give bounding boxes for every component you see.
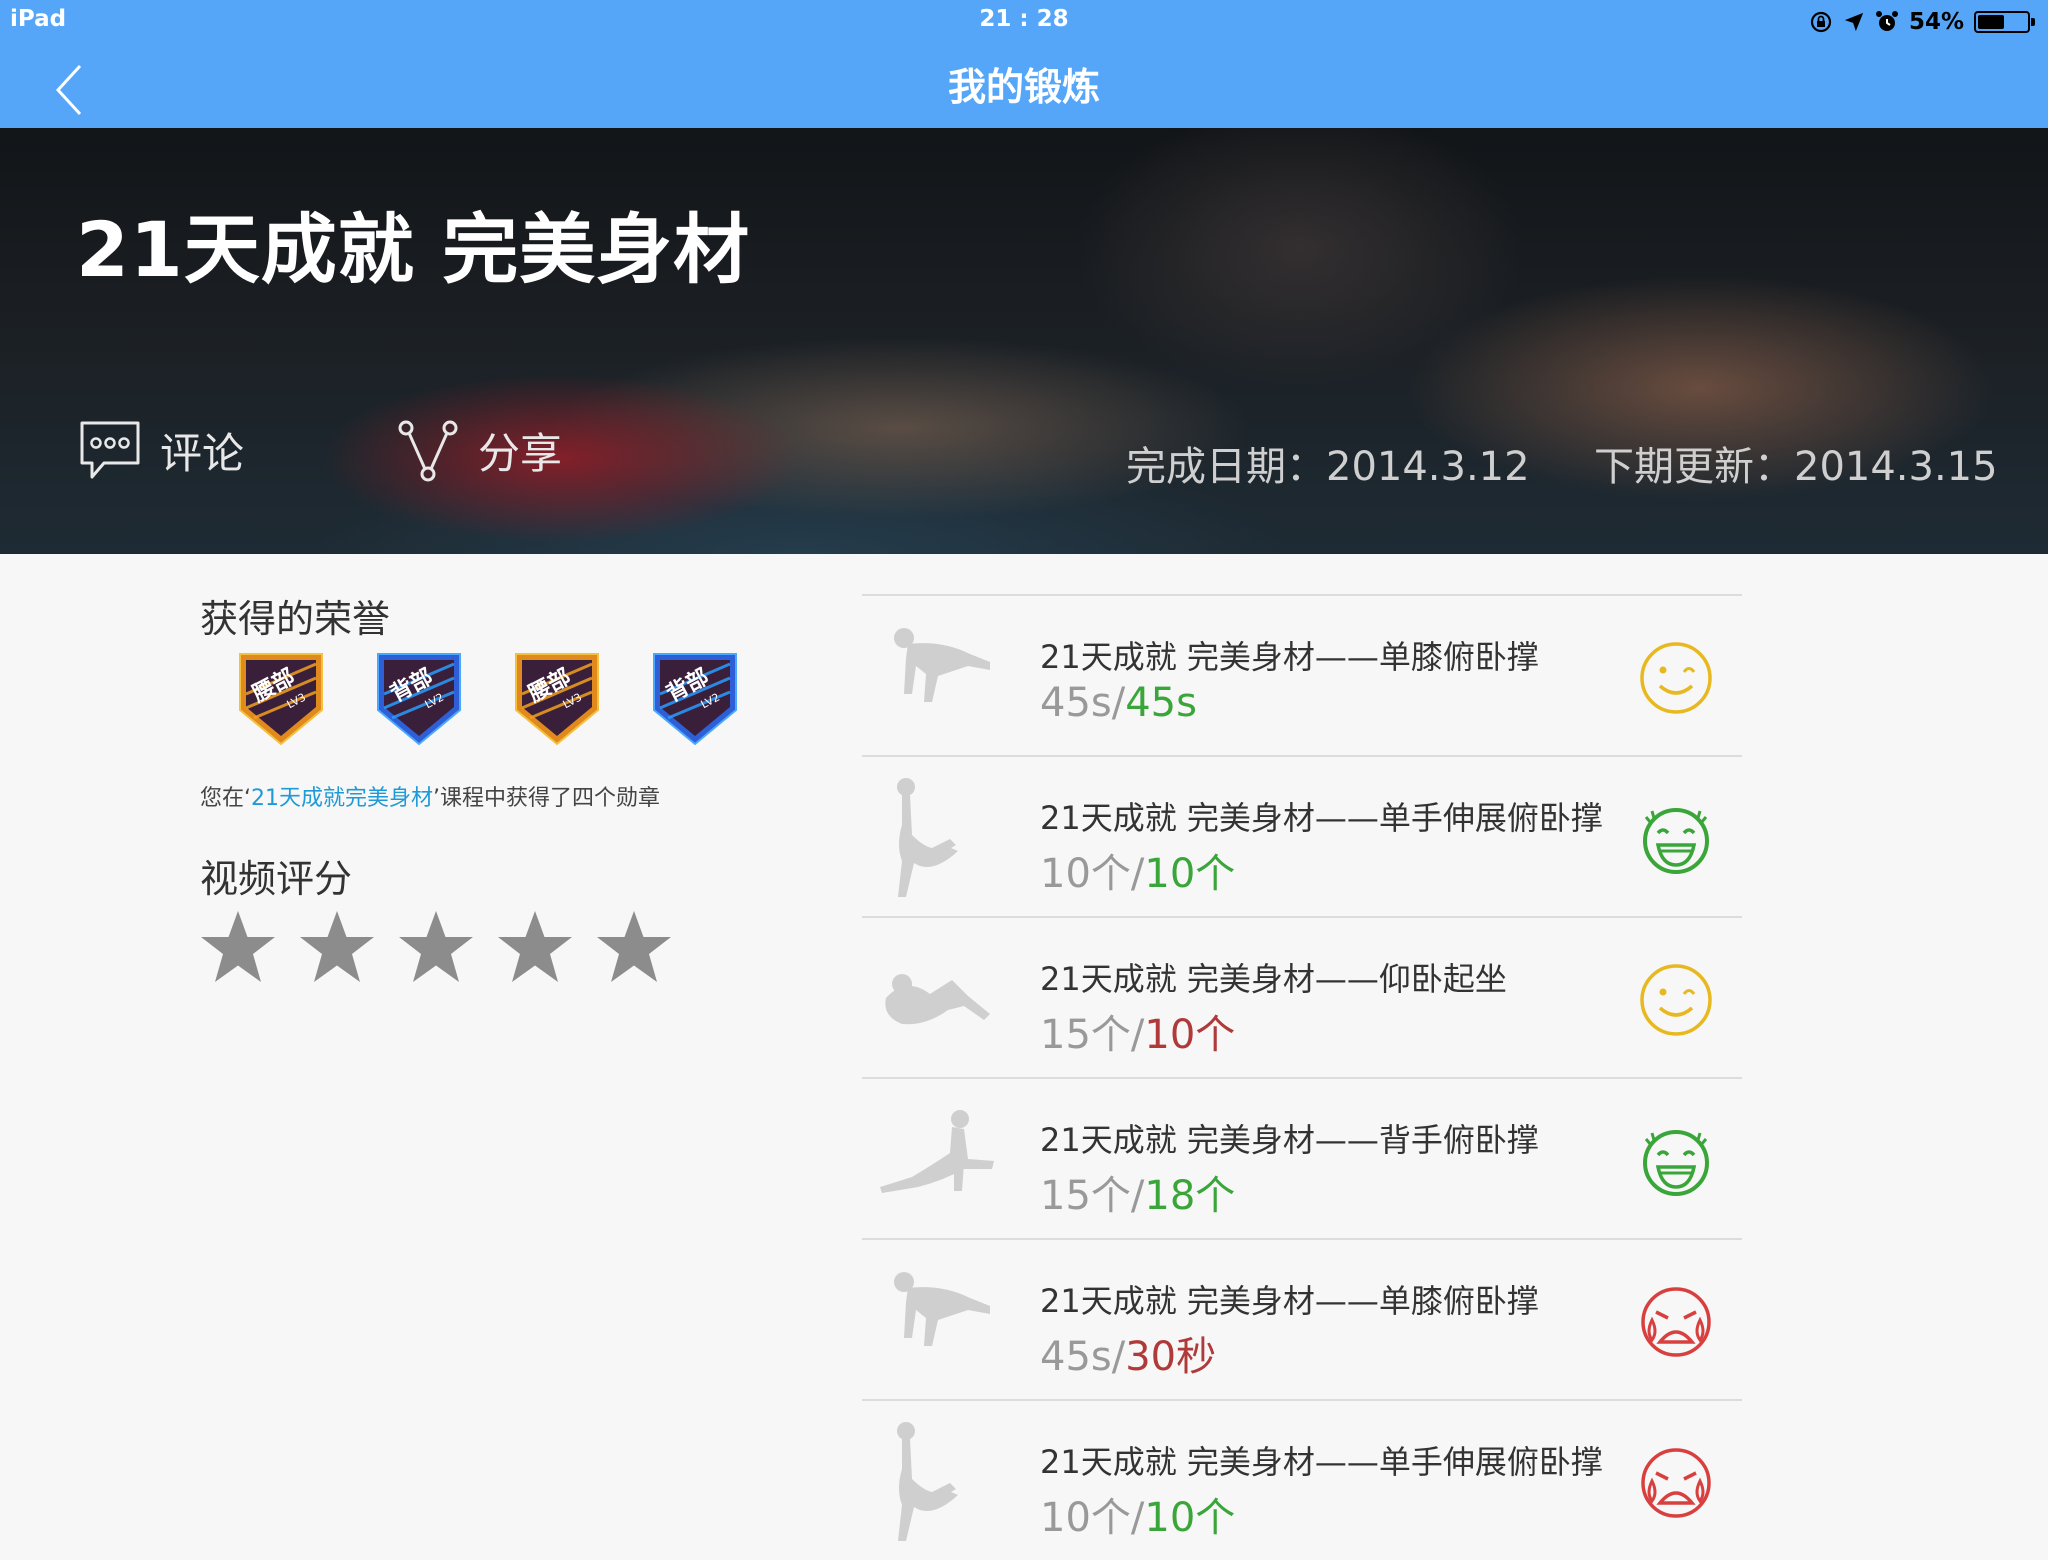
exercise-score: 45s/45s	[1040, 680, 1197, 726]
battery-icon	[1974, 11, 2035, 33]
exercise-name: 21天成就 完美身材——单膝俯卧撑	[1040, 1282, 1539, 1320]
star-1-icon[interactable]	[198, 908, 278, 988]
rating-title: 视频评分	[200, 857, 353, 901]
laughing-face-icon	[1643, 1130, 1709, 1196]
alarm-icon	[1875, 11, 1898, 31]
share-button[interactable]: 分享	[396, 418, 562, 482]
wink-face-icon	[1640, 964, 1712, 1036]
badge-2[interactable]: 背部 LV2	[374, 650, 464, 748]
exercise-name: 21天成就 完美身材——单手伸展俯卧撑	[1040, 1443, 1603, 1481]
kneeling-pushup-pose-icon	[894, 628, 990, 702]
status-time: 21 : 28	[979, 6, 1069, 32]
exercise-score: 15个/10个	[1040, 1012, 1236, 1058]
star-4-icon[interactable]	[495, 908, 575, 988]
exercise-row[interactable]: 21天成就 完美身材——单膝俯卧撑 45s/30秒	[862, 1238, 1742, 1399]
reverse-pushup-pose-icon	[880, 1110, 994, 1193]
star-3-icon[interactable]	[396, 908, 476, 988]
exercise-list: 21天成就 完美身材——单膝俯卧撑 45s/45s 21天成就 完美身材——单手伸…	[862, 594, 1742, 1560]
situp-pose-icon	[885, 974, 990, 1025]
battery-percent: 54%	[1908, 9, 1964, 35]
star-5-icon[interactable]	[594, 908, 674, 988]
exercise-name: 21天成就 完美身材——仰卧起坐	[1040, 960, 1507, 998]
course-hero-banner: 21天成就 完美身材 评论 分享 完成日期：2014.3.12 下期更新：201…	[0, 128, 2048, 554]
honors-title: 获得的荣誉	[200, 597, 391, 641]
exercise-row[interactable]: 21天成就 完美身材——单手伸展俯卧撑 10个/10个	[862, 755, 1742, 916]
score-achieved: 30秒	[1125, 1334, 1217, 1380]
honors-course-link[interactable]: 21天成就完美身材	[251, 786, 433, 811]
star-rating[interactable]	[198, 908, 674, 988]
orientation-lock-icon	[1810, 11, 1832, 33]
badge-4[interactable]: 背部 LV2	[650, 650, 740, 748]
top-bar: iPad 21 : 28 54% 我的锻炼	[0, 0, 2048, 128]
exercise-score: 15个/18个	[1040, 1173, 1236, 1219]
comment-label: 评论	[160, 428, 245, 478]
score-target: 45s	[1040, 1334, 1112, 1380]
exercise-score: 45s/30秒	[1040, 1334, 1217, 1380]
exercise-row[interactable]: 21天成就 完美身材——仰卧起坐 15个/10个	[862, 916, 1742, 1077]
honors-description: 您在‘21天成就完美身材’课程中获得了四个勋章	[200, 780, 660, 812]
badge-list: 腰部 LV3 背部 LV2 腰部 LV3 背部 LV2	[236, 650, 740, 748]
exercise-name: 21天成就 完美身材——背手俯卧撑	[1040, 1121, 1539, 1159]
honors-desc-prefix: 您在‘	[200, 786, 251, 811]
comment-button[interactable]: 评论	[78, 418, 244, 482]
score-target: 15个	[1040, 1012, 1131, 1058]
score-target: 45s	[1040, 680, 1112, 726]
laughing-face-icon	[1643, 808, 1709, 874]
page-title: 我的锻炼	[947, 65, 1100, 109]
share-label: 分享	[478, 428, 563, 478]
exercise-name: 21天成就 完美身材——单膝俯卧撑	[1040, 638, 1539, 676]
comment-icon	[80, 421, 140, 479]
exercise-score: 10个/10个	[1040, 851, 1236, 897]
wink-face-icon	[1640, 642, 1712, 714]
score-achieved: 10个	[1144, 851, 1236, 897]
score-achieved: 45s	[1125, 680, 1197, 726]
course-title: 21天成就 完美身材	[76, 205, 751, 294]
exercise-row[interactable]: 21天成就 完美身材——背手俯卧撑 15个/18个	[862, 1077, 1742, 1238]
location-icon	[1844, 12, 1864, 32]
share-icon	[398, 420, 458, 482]
score-achieved: 18个	[1144, 1173, 1236, 1219]
score-achieved: 10个	[1144, 1495, 1236, 1541]
score-target: 10个	[1040, 1495, 1131, 1541]
side-plank-pose-icon	[897, 1422, 958, 1541]
completion-date: 完成日期：2014.3.12	[1126, 444, 1530, 490]
exercise-name: 21天成就 完美身材——单手伸展俯卧撑	[1040, 799, 1603, 837]
status-icons: 54%	[1809, 4, 2035, 40]
crying-face-icon	[1641, 1287, 1711, 1357]
next-update-date: 下期更新：2014.3.15	[1594, 444, 1998, 490]
kneeling-pushup-pose-icon	[894, 1272, 990, 1346]
honors-desc-suffix: ’课程中获得了四个勋章	[433, 786, 660, 811]
side-plank-pose-icon	[897, 778, 958, 897]
exercise-row[interactable]: 21天成就 完美身材——单膝俯卧撑 45s/45s	[862, 594, 1742, 755]
score-target: 10个	[1040, 851, 1131, 897]
badge-3[interactable]: 腰部 LV3	[512, 650, 602, 748]
score-target: 15个	[1040, 1173, 1131, 1219]
crying-face-icon	[1641, 1448, 1711, 1518]
star-2-icon[interactable]	[297, 908, 377, 988]
exercise-score: 10个/10个	[1040, 1495, 1236, 1541]
badge-1[interactable]: 腰部 LV3	[236, 650, 326, 748]
score-achieved: 10个	[1144, 1012, 1236, 1058]
